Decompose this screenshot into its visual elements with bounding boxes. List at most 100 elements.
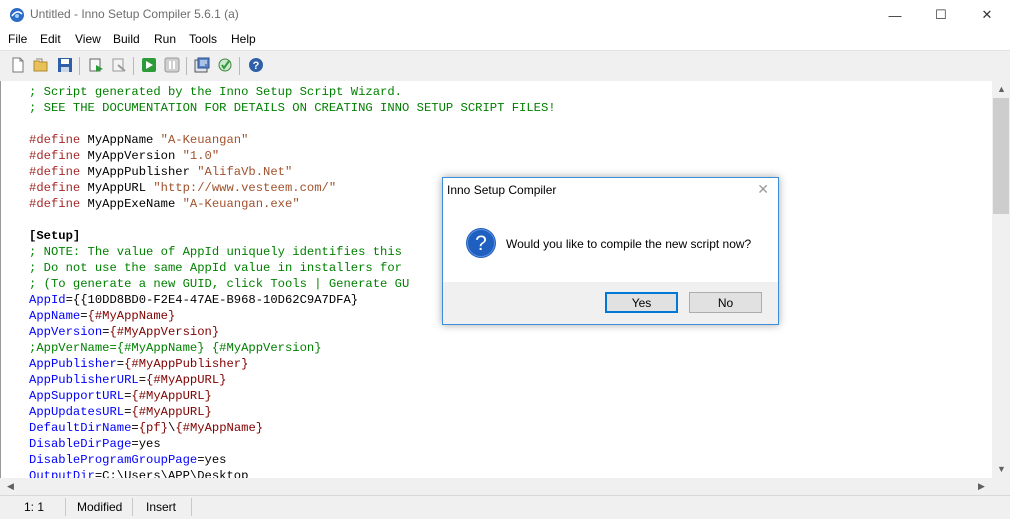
code-token: MyAppName <box>80 133 161 147</box>
status-separator <box>191 498 192 516</box>
code-token: "AlifaVb.Net" <box>197 165 293 179</box>
window-title: Untitled - Inno Setup Compiler 5.6.1 (a) <box>30 7 239 21</box>
code-token: = <box>138 373 147 387</box>
code-token: = <box>80 309 88 323</box>
code-token: ; Script generated by the Inno Setup Scr… <box>29 85 402 99</box>
question-icon: ? <box>466 228 496 258</box>
stop-compile-icon[interactable] <box>111 57 127 73</box>
code-token: DisableProgramGroupPage <box>29 453 198 467</box>
code-token: "http://www.vesteem.com/" <box>153 181 337 195</box>
code-line: AppSupportURL={#MyAppURL} <box>29 388 556 404</box>
code-line: AppUpdatesURL={#MyAppURL} <box>29 404 556 420</box>
code-token: = <box>131 421 139 435</box>
code-line: DefaultDirName={pf}\{#MyAppName} <box>29 420 556 436</box>
minimize-button[interactable]: — <box>872 0 918 30</box>
code-token: ; NOTE: The value of AppId uniquely iden… <box>29 245 402 259</box>
menu-tools[interactable]: Tools <box>189 32 217 46</box>
svg-text:?: ? <box>253 60 260 72</box>
toolbar-separator <box>239 57 240 75</box>
title-bar: Untitled - Inno Setup Compiler 5.6.1 (a)… <box>0 0 1010 30</box>
scroll-down-icon[interactable]: ▼ <box>997 464 1006 474</box>
scroll-up-icon[interactable]: ▲ <box>997 84 1006 94</box>
menu-file[interactable]: File <box>8 32 27 46</box>
compile-icon[interactable] <box>88 57 104 73</box>
code-token: #define <box>29 133 81 147</box>
yes-button[interactable]: Yes <box>605 292 678 313</box>
minimize-icon: — <box>888 7 902 23</box>
code-token: = <box>116 357 125 371</box>
code-token: =C:\Users\APP\Desktop <box>94 469 249 478</box>
close-button[interactable]: ✕ <box>964 0 1010 30</box>
compile-prompt-dialog: Inno Setup Compiler ✕ ? Would you like t… <box>442 177 779 325</box>
code-token: ; SEE THE DOCUMENTATION FOR DETAILS ON C… <box>29 101 556 115</box>
code-token: =yes <box>197 453 227 467</box>
dialog-message: Would you like to compile the new script… <box>506 237 752 251</box>
dialog-title: Inno Setup Compiler <box>447 183 557 197</box>
status-bar: 1: 1 Modified Insert <box>0 495 1010 519</box>
editor-gutter <box>1 81 26 478</box>
code-token: {#MyAppURL} <box>131 405 212 419</box>
insert-mode-status: Insert <box>146 500 177 514</box>
code-line: AppPublisher={#MyAppPublisher} <box>29 356 556 372</box>
toolbar-separator <box>186 57 187 75</box>
menu-build[interactable]: Build <box>113 32 140 46</box>
code-token: {pf} <box>138 421 168 435</box>
help-icon[interactable]: ? <box>248 57 264 73</box>
no-button[interactable]: No <box>689 292 762 313</box>
toolbar-separator <box>133 57 134 75</box>
scroll-right-icon[interactable]: ▶ <box>978 481 985 492</box>
code-token: {#MyAppName} <box>87 309 176 323</box>
close-icon: ✕ <box>981 7 993 22</box>
code-token: "A-Keuangan.exe" <box>182 197 300 211</box>
code-line: #define MyAppVersion "1.0" <box>29 148 556 164</box>
code-line: #define MyAppName "A-Keuangan" <box>29 132 556 148</box>
modified-status: Modified <box>77 500 123 514</box>
target-uninstall-icon[interactable] <box>217 57 233 73</box>
code-token: DefaultDirName <box>29 421 132 435</box>
cursor-position: 1: 1 <box>24 500 45 514</box>
status-separator <box>65 498 66 516</box>
menu-run[interactable]: Run <box>154 32 176 46</box>
code-token: MyAppExeName <box>80 197 183 211</box>
menu-help[interactable]: Help <box>231 32 256 46</box>
menu-view[interactable]: View <box>75 32 101 46</box>
code-token: AppName <box>29 309 81 323</box>
code-token: OutputDir <box>29 469 95 478</box>
code-token: "1.0" <box>182 149 220 163</box>
code-token: MyAppVersion <box>80 149 183 163</box>
vertical-scroll-thumb[interactable] <box>993 98 1009 214</box>
scrollbar-corner <box>992 478 1010 495</box>
maximize-icon: ☐ <box>935 7 947 22</box>
vertical-scrollbar[interactable]: ▲ ▼ <box>992 81 1010 478</box>
code-line: ; Script generated by the Inno Setup Scr… <box>29 84 556 100</box>
code-token: [Setup] <box>29 229 81 243</box>
maximize-button[interactable]: ☐ <box>918 0 964 30</box>
scroll-left-icon[interactable]: ◀ <box>7 481 14 492</box>
code-token: ={{10DD8BD0-F2E4-47AE-B968-10D62C9A7DFA} <box>65 293 359 307</box>
code-token: "A-Keuangan" <box>160 133 249 147</box>
save-icon[interactable] <box>57 57 73 73</box>
code-token: ; Do not use the same AppId value in ins… <box>29 261 402 275</box>
horizontal-scrollbar[interactable]: ◀ ▶ <box>0 478 992 495</box>
code-token: ;AppVerName={#MyAppName} {#MyAppVersion} <box>29 341 322 355</box>
target-setup-icon[interactable] <box>194 57 210 73</box>
new-file-icon[interactable] <box>10 57 26 73</box>
open-folder-icon[interactable] <box>33 57 49 73</box>
code-token: {#MyAppName} <box>175 421 264 435</box>
toolbar-separator <box>79 57 80 75</box>
code-token: ; (To generate a new GUID, click Tools |… <box>29 277 410 291</box>
code-line: OutputDir=C:\Users\APP\Desktop <box>29 468 556 478</box>
menu-bar: File Edit View Build Run Tools Help <box>0 30 1010 50</box>
code-token: AppVersion <box>29 325 103 339</box>
status-separator <box>132 498 133 516</box>
menu-edit[interactable]: Edit <box>40 32 61 46</box>
run-icon[interactable] <box>141 57 157 73</box>
code-token: AppId <box>29 293 66 307</box>
inno-setup-app-icon <box>10 8 24 22</box>
pause-icon[interactable] <box>164 57 180 73</box>
code-line: AppVersion={#MyAppVersion} <box>29 324 556 340</box>
dialog-close-icon[interactable]: ✕ <box>757 181 769 198</box>
code-token: {#MyAppURL} <box>146 373 227 387</box>
code-token: {#MyAppVersion} <box>109 325 220 339</box>
